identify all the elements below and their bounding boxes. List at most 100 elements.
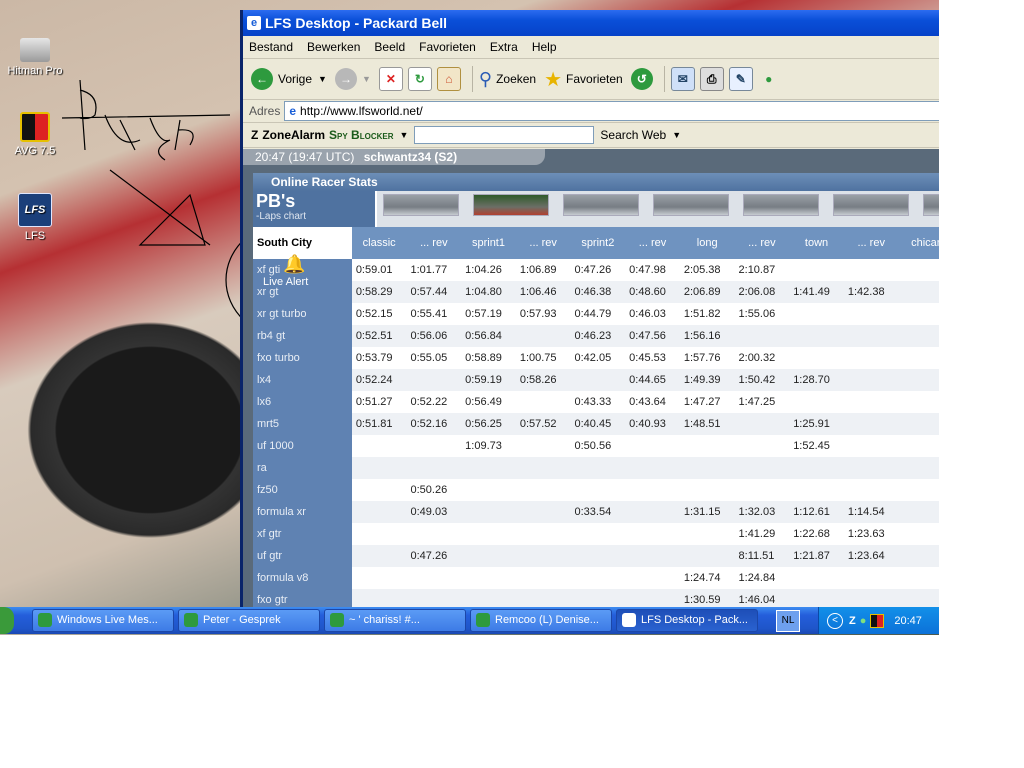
lap-time-cell (898, 523, 939, 545)
taskbar-button[interactable]: Windows Live Mes... (32, 609, 174, 632)
stop-icon[interactable]: ✕ (378, 67, 403, 91)
dropdown-arrow-icon: ▼ (361, 74, 371, 84)
track-thumbnail[interactable] (923, 194, 939, 216)
lap-time-cell (898, 303, 939, 325)
live-alert-popup[interactable]: 🔔 Live Alert (263, 254, 308, 288)
standard-toolbar: ← Vorige ▼ → ▼ ✕ ↻ ⌂ ⚲ Zoeken ★ Favoriet… (243, 59, 939, 100)
avg-tray-icon[interactable] (870, 613, 885, 628)
lap-time-cell (679, 457, 735, 479)
edit-icon[interactable]: ✎ (728, 67, 753, 91)
menu-beeld[interactable]: Beeld (374, 40, 405, 54)
table-row: lx6 0:51.27 0:52.22 0:56.49 0:43.33 0:43.64 1:… (253, 391, 939, 413)
taskbar-button[interactable]: Peter - Gesprek (178, 609, 320, 632)
track-thumbnail[interactable] (473, 194, 549, 216)
lap-time-cell (351, 501, 407, 523)
lap-time-cell: 1:48.51 (679, 413, 735, 435)
lap-time-cell: 1:12.61 (789, 501, 844, 523)
menu-bewerken[interactable]: Bewerken (307, 40, 360, 54)
car-name-cell: ra (253, 457, 352, 479)
lap-time-cell: 1:09.73 (461, 435, 516, 457)
zonealarm-tray-icon[interactable]: Z (849, 615, 856, 627)
search-web-button[interactable]: Search Web (600, 128, 666, 142)
table-row: uf 1000 1:09.73 0:50.56 1:52.45 (253, 435, 939, 457)
table-row: xf gti 0:59.01 1:01.77 1:04.26 1:06.89 0:47.2… (253, 259, 939, 281)
address-url: http://www.lfsworld.net/ (300, 104, 423, 118)
column-header: ... rev (734, 227, 790, 259)
lap-time-cell: 0:57.52 (515, 413, 571, 435)
lap-time-cell (898, 413, 939, 435)
messenger-icon[interactable]: ● (758, 68, 780, 90)
column-header: long (679, 227, 735, 259)
mail-icon[interactable]: ✉ (670, 67, 695, 91)
forward-button[interactable]: → ▼ (334, 68, 371, 90)
lap-time-cell (570, 523, 626, 545)
home-icon[interactable]: ⌂ (436, 67, 461, 91)
ie-icon (622, 613, 636, 627)
track-thumbnail[interactable] (833, 194, 909, 216)
search-button[interactable]: ⚲ Zoeken (479, 69, 536, 90)
lap-time-cell (843, 259, 899, 281)
lap-time-cell (734, 457, 790, 479)
menu-help[interactable]: Help (532, 40, 557, 54)
lap-time-cell (515, 457, 571, 479)
lap-time-cell: 0:57.44 (406, 281, 462, 303)
taskbar-button-label: ~ ' chariss! #... (349, 614, 420, 626)
pb-title: PB's (256, 191, 296, 211)
address-input[interactable]: e http://www.lfsworld.net/ (284, 101, 939, 121)
lap-time-cell: 2:06.08 (734, 281, 790, 303)
start-button[interactable] (0, 607, 14, 634)
window-titlebar[interactable]: e LFS Desktop - Packard Bell (243, 10, 939, 36)
favorites-button[interactable]: ★ Favorieten (544, 67, 623, 92)
menu-extra[interactable]: Extra (490, 40, 518, 54)
chevron-left-icon[interactable]: < (827, 612, 843, 629)
forward-arrow-icon: → (334, 68, 357, 90)
lap-time-cell: 1:47.25 (734, 391, 790, 413)
lap-time-cell: 1:25.91 (789, 413, 844, 435)
dropdown-arrow-icon[interactable]: ▼ (399, 130, 408, 140)
history-icon[interactable]: ↺ (630, 68, 653, 90)
print-icon[interactable]: ⎙ (699, 67, 724, 91)
star-icon: ★ (544, 68, 563, 91)
track-thumbnail[interactable] (743, 194, 819, 216)
track-thumbnail[interactable] (563, 194, 639, 216)
lap-time-cell: 0:52.15 (351, 303, 407, 325)
car-name-cell: fz50 (253, 479, 352, 501)
lap-time-cell: 0:47.26 (570, 259, 626, 281)
lap-time-cell (734, 413, 790, 435)
taskbar-button[interactable]: LFS Desktop - Pack... (616, 609, 758, 632)
lap-time-cell: 0:52.16 (406, 413, 462, 435)
menu-favorieten[interactable]: Favorieten (419, 40, 476, 54)
back-button[interactable]: ← Vorige ▼ (251, 68, 327, 90)
messenger-tray-icon[interactable]: ● (860, 615, 867, 627)
lap-time-cell: 0:46.03 (625, 303, 680, 325)
lap-time-cell: 0:55.41 (406, 303, 462, 325)
lap-time-cell (789, 567, 844, 589)
refresh-icon[interactable]: ↻ (407, 67, 432, 91)
back-arrow-icon: ← (251, 68, 273, 90)
language-indicator[interactable]: NL (776, 610, 800, 632)
zonealarm-product[interactable]: Spy Blocker (329, 128, 393, 142)
zonealarm-search-input[interactable] (414, 126, 595, 144)
lap-time-cell: 1:52.45 (789, 435, 844, 457)
search-icon: ⚲ (478, 68, 493, 89)
taskbar-button[interactable]: ~ ' chariss! #... (324, 609, 466, 632)
favorites-label: Favorieten (566, 72, 623, 86)
lap-time-cell (570, 369, 626, 391)
lap-time-cell: 0:40.93 (625, 413, 680, 435)
track-thumbnail[interactable] (383, 194, 459, 216)
lap-time-cell (570, 479, 626, 501)
lap-time-cell: 0:49.03 (406, 501, 462, 523)
car-name-cell: xf gtr (253, 523, 352, 545)
panel-header[interactable]: Online Racer Stats (253, 173, 939, 191)
lap-time-cell (570, 567, 626, 589)
taskbar-button[interactable]: Remcoo (L) Denise... (470, 609, 612, 632)
lap-time-cell: 0:42.05 (570, 347, 626, 369)
menu-bestand[interactable]: Bestand (249, 40, 293, 54)
lap-time-cell (515, 435, 571, 457)
dropdown-arrow-icon[interactable]: ▼ (672, 130, 681, 140)
messenger-icon (476, 613, 490, 627)
track-thumbnail[interactable] (653, 194, 729, 216)
lap-time-cell: 0:53.79 (351, 347, 407, 369)
car-name-cell: rb4 gt (253, 325, 352, 347)
lap-time-cell (406, 369, 462, 391)
